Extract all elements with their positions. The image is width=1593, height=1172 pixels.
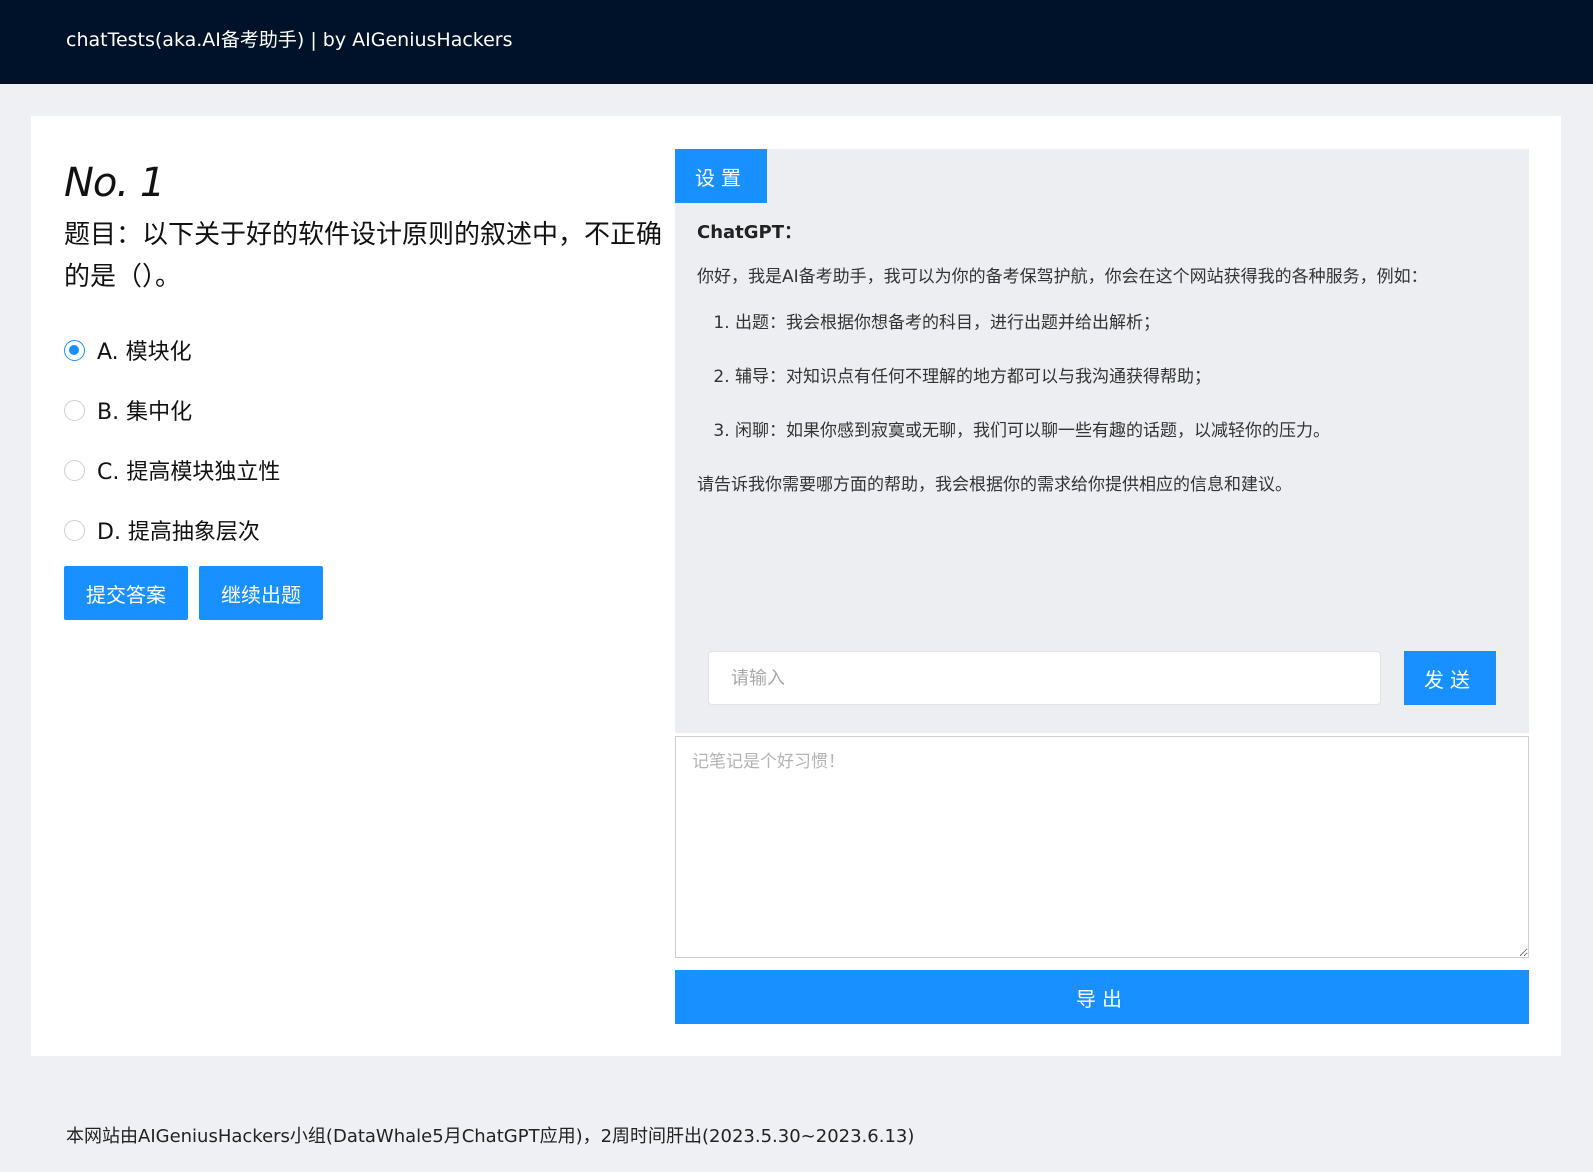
footer-text: 本网站由AIGeniusHackers小组(DataWhale5月ChatGPT… — [66, 1126, 915, 1147]
option-a-label: A. 模块化 — [97, 340, 192, 365]
export-button[interactable]: 导出 — [675, 970, 1529, 1024]
question-number: No. 1 — [64, 160, 165, 206]
chat-service-item: 辅导：对知识点有任何不理解的地方都可以与我沟通获得帮助； — [735, 362, 1497, 392]
radio-option-d[interactable] — [64, 519, 85, 541]
option-c[interactable]: C. 提高模块独立性 — [64, 440, 644, 500]
next-question-button[interactable]: 继续出题 — [199, 566, 323, 620]
submit-answer-button[interactable]: 提交答案 — [64, 566, 188, 620]
chat-input[interactable] — [708, 651, 1381, 705]
chat-message: ChatGPT： 你好，我是AI备考助手，我可以为你的备考保驾护航，你会在这个网… — [697, 218, 1497, 500]
radio-option-b[interactable] — [64, 399, 85, 421]
top-bar: chatTests(aka.AI备考助手) | by AIGeniusHacke… — [0, 0, 1593, 84]
radio-option-a[interactable] — [64, 339, 85, 361]
option-d-label: D. 提高抽象层次 — [97, 520, 260, 545]
settings-button[interactable]: 设置 — [675, 149, 767, 203]
answer-options: A. 模块化 B. 集中化 C. 提高模块独立性 D. 提高抽象层次 — [64, 320, 644, 560]
option-c-label: C. 提高模块独立性 — [97, 460, 281, 485]
question-actions: 提交答案 继续出题 — [64, 566, 323, 620]
chat-service-list: 出题：我会根据你想备考的科目，进行出题并给出解析； 辅导：对知识点有任何不理解的… — [697, 308, 1497, 446]
chat-sender: ChatGPT： — [697, 222, 803, 243]
question-text: 题目：以下关于好的软件设计原则的叙述中，不正确的是（）。 — [64, 220, 663, 292]
app-title: chatTests(aka.AI备考助手) | by AIGeniusHacke… — [66, 29, 513, 51]
send-button[interactable]: 发送 — [1404, 651, 1496, 705]
chat-intro: 你好，我是AI备考助手，我可以为你的备考保驾护航，你会在这个网站获得我的各种服务… — [697, 267, 1428, 287]
chat-outro: 请告诉我你需要哪方面的帮助，我会根据你的需求给你提供相应的信息和建议。 — [697, 475, 1292, 495]
notes-textarea[interactable] — [675, 736, 1529, 958]
chat-service-item: 闲聊：如果你感到寂寞或无聊，我们可以聊一些有趣的话题，以减轻你的压力。 — [735, 416, 1497, 446]
radio-option-c[interactable] — [64, 459, 85, 481]
chat-service-item: 出题：我会根据你想备考的科目，进行出题并给出解析； — [735, 308, 1497, 338]
option-d[interactable]: D. 提高抽象层次 — [64, 500, 644, 560]
option-b[interactable]: B. 集中化 — [64, 380, 644, 440]
option-a[interactable]: A. 模块化 — [64, 320, 644, 380]
option-b-label: B. 集中化 — [97, 400, 193, 425]
